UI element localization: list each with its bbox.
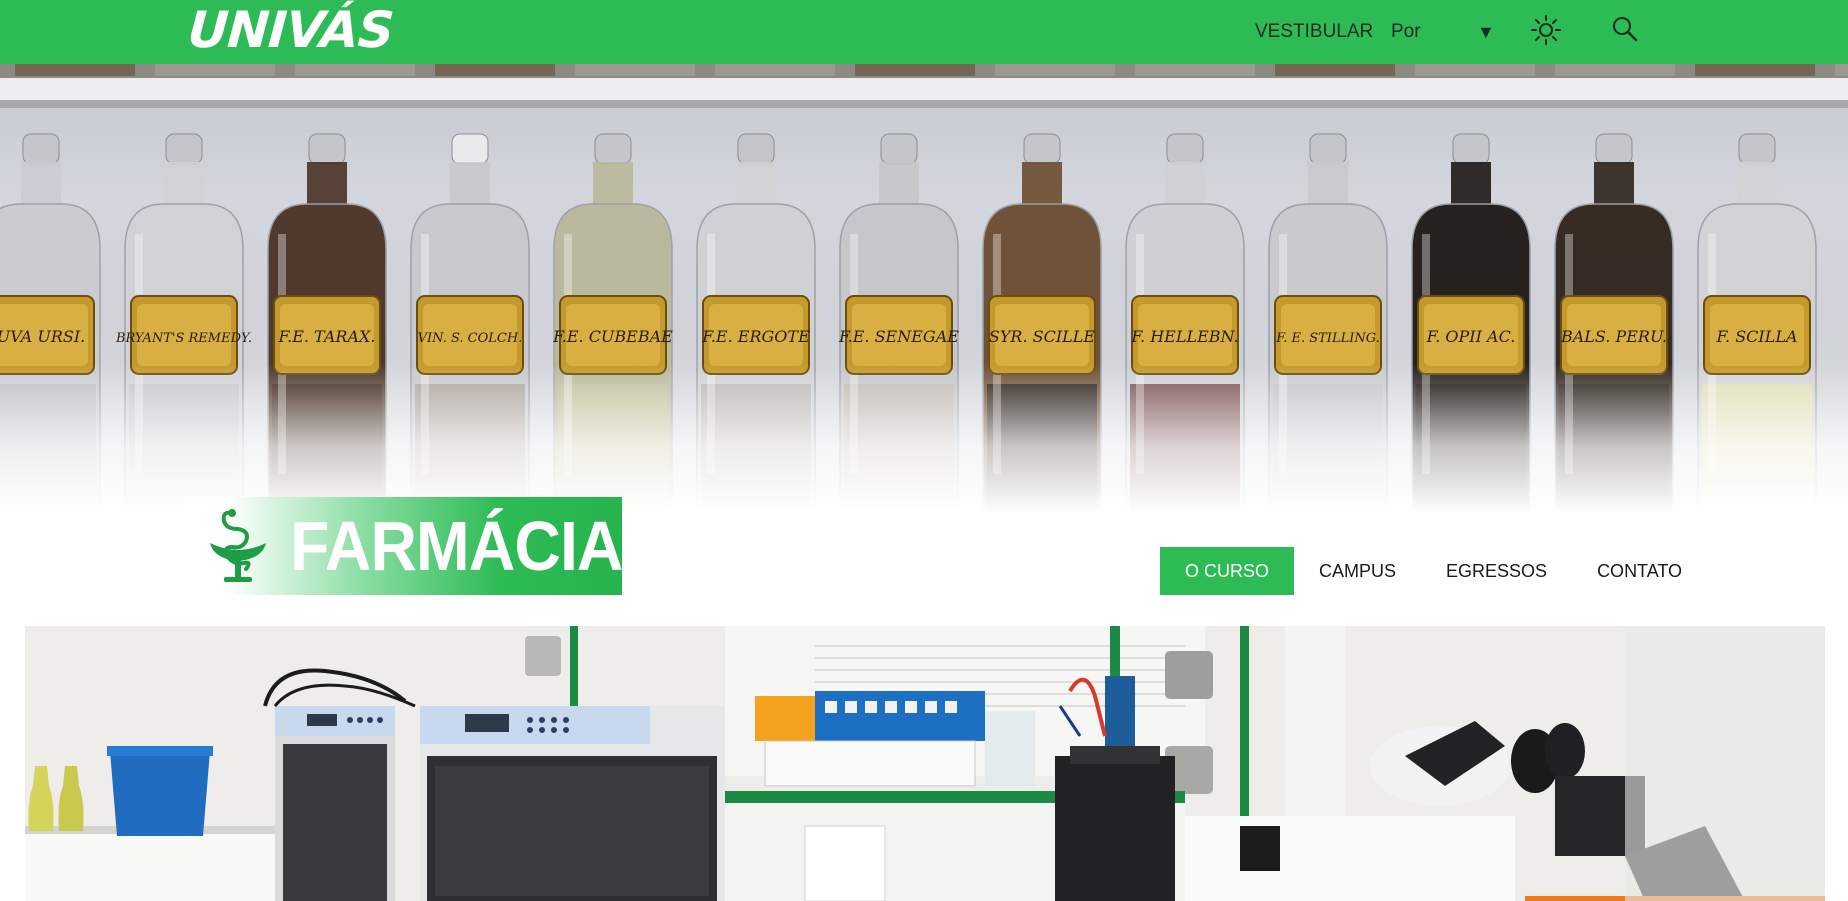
hero-fade-overlay: [0, 364, 1848, 514]
bottle-label: SYR. SCILLE: [989, 327, 1096, 346]
bottle-label: F.E. SENEGAE: [838, 327, 959, 346]
subnav-item-o-curso[interactable]: O CURSO: [1160, 547, 1295, 595]
bottle-label: F.E. TARAX.: [278, 327, 376, 346]
lab-photo: [25, 626, 1825, 901]
hero-banner: UVA URSI. BRYANT'S REMEDY. F.E. TARAX. VIN.…: [0, 64, 1848, 514]
bottle-label: F. SCILLA: [1715, 327, 1797, 346]
subnav-item-contato[interactable]: CONTATO: [1572, 547, 1707, 595]
top-bar: UNIVÁS VESTIBULAR Por ▼: [0, 0, 1848, 64]
bottle-label: BALS. PERU.: [1560, 327, 1667, 346]
subnav-item-campus[interactable]: CAMPUS: [1294, 547, 1421, 595]
bottle-label: VIN. S. COLCH.: [418, 331, 523, 346]
bottle-label: UVA URSI.: [0, 327, 85, 346]
bottle-label: F.E. CUBEBAE: [552, 327, 673, 346]
bottle-label: F. OPII AC.: [1426, 327, 1516, 346]
bottle-label: F. E. STILLING.: [1275, 331, 1380, 346]
laboratory-image: [25, 626, 1825, 901]
vestibular-link[interactable]: VESTIBULAR: [1255, 0, 1373, 64]
bottle-label: F. HELLEBN.: [1130, 327, 1238, 346]
course-subnav: O CURSO CAMPUS EGRESSOS CONTATO: [1160, 547, 1707, 595]
course-title: FARMÁCIA: [290, 507, 623, 585]
bottle-label: BRYANT'S REMEDY.: [115, 331, 252, 346]
language-select[interactable]: Por: [1391, 0, 1421, 64]
caduceus-icon: [210, 509, 266, 582]
sun-icon[interactable]: [1530, 14, 1562, 46]
subnav-item-egressos[interactable]: EGRESSOS: [1421, 547, 1572, 595]
course-badge: FARMÁCIA: [184, 497, 623, 595]
search-icon[interactable]: [1611, 15, 1639, 43]
univas-logo[interactable]: UNIVÁS: [186, 1, 395, 59]
bottle-label: F.E. ERGOTE: [701, 327, 810, 346]
chevron-down-icon[interactable]: ▼: [1477, 0, 1495, 64]
